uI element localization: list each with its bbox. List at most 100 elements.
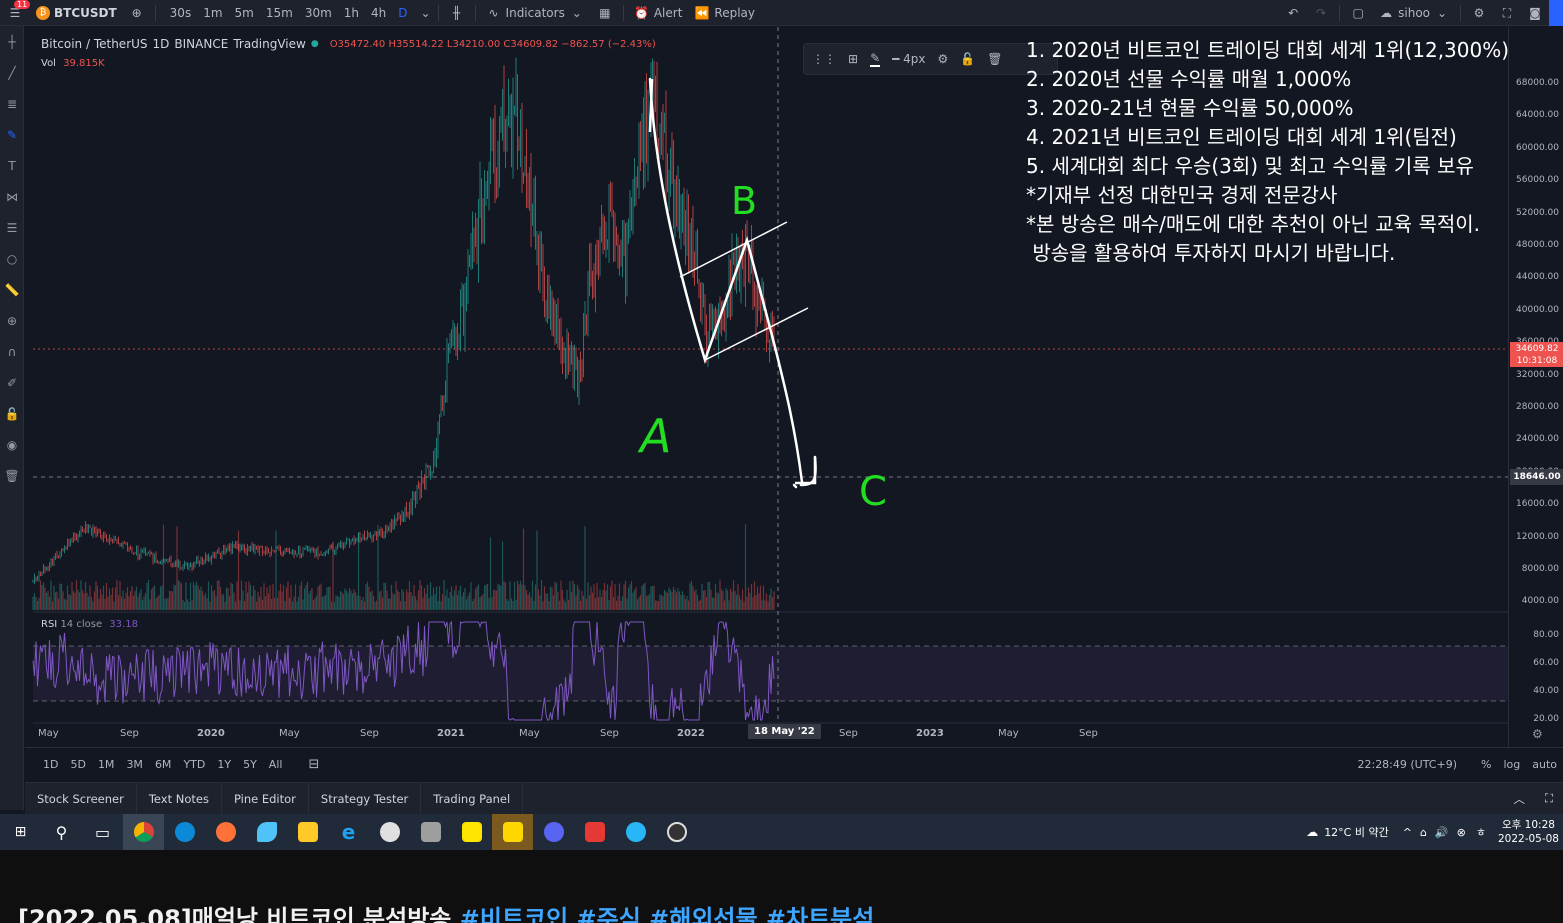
bottom-panel-tabs: Stock Screener Text Notes Pine Editor Strat… (25, 782, 1563, 815)
maximize-icon[interactable]: ⛶ (1535, 791, 1563, 806)
task-view-button[interactable]: ▭ (82, 814, 123, 850)
tab-text-notes[interactable]: Text Notes (137, 782, 222, 815)
weather-icon[interactable]: ☁ (1306, 825, 1318, 839)
search-button[interactable]: ⚲ (41, 814, 82, 850)
indicators-button[interactable]: ∿ Indicators ⌄ (480, 0, 591, 26)
trash-icon[interactable]: 🗑 (987, 52, 1002, 66)
edge-app[interactable] (164, 814, 205, 850)
range-6m[interactable]: 6M (149, 758, 178, 771)
date-range-icon[interactable]: ⊟ (302, 757, 325, 772)
interval-5m[interactable]: 5m (231, 6, 258, 20)
hide-tool[interactable]: ◉ (0, 429, 24, 460)
kakaotalk-app[interactable] (451, 814, 492, 850)
sticky-notes-app[interactable] (492, 814, 533, 850)
trendline-tool[interactable]: ╱ (0, 57, 24, 88)
fib-tool[interactable]: ≣ (0, 88, 24, 119)
zoom-tool[interactable]: ⊕ (0, 305, 24, 336)
tray-chevron-icon[interactable]: ^ (1403, 826, 1412, 839)
ev-app[interactable] (574, 814, 615, 850)
interval-4h[interactable]: 4h (367, 6, 390, 20)
settings-button[interactable]: ⚙ (1465, 0, 1493, 26)
range-all[interactable]: All (263, 758, 289, 771)
tab-trading-panel[interactable]: Trading Panel (421, 782, 524, 815)
lock-icon[interactable]: 🔓 (960, 52, 975, 66)
collapse-icon[interactable]: ︿ (1503, 791, 1535, 807)
tab-stock-screener[interactable]: Stock Screener (25, 782, 137, 815)
fullscreen-button[interactable]: ⛶ (1493, 0, 1521, 26)
delete-tool[interactable]: 🗑 (0, 460, 24, 491)
undo-button[interactable]: ↶ (1279, 0, 1307, 26)
symbol-button[interactable]: ₿ BTCUSDT (30, 0, 123, 26)
pen-color-icon[interactable]: ✎ (870, 51, 881, 67)
taskbar-clock[interactable]: 오후 10:28 2022-05-08 (1498, 818, 1559, 846)
interval-15m[interactable]: 15m (262, 6, 297, 20)
percent-toggle[interactable]: % (1475, 758, 1497, 771)
video-hashtags[interactable]: #비트코인 #주식 #해외선물 #차트분석 (460, 905, 875, 923)
stay-drawing-tool[interactable]: ✐ (0, 367, 24, 398)
start-button[interactable]: ⊞ (0, 814, 41, 850)
templates-button[interactable]: ▦ (591, 0, 619, 26)
firefox-app[interactable] (205, 814, 246, 850)
layout-button[interactable]: ▢ (1344, 0, 1372, 26)
obs-app[interactable] (656, 814, 697, 850)
gear-icon[interactable]: ⚙ (938, 52, 949, 66)
ruler-tool[interactable]: 📏 (0, 274, 24, 305)
menu-button[interactable]: ☰ 11 (0, 0, 31, 26)
tab-pine-editor[interactable]: Pine Editor (222, 782, 309, 815)
network-icon[interactable]: ⌂ (1420, 826, 1427, 839)
video-title[interactable]: [2022.05.08]매얼낭 비트코인 분석방송 #비트코인 #주식 #해외선… (18, 899, 874, 923)
chevron-down-icon[interactable]: ⌄ (418, 6, 434, 20)
pattern-tool[interactable]: ⋈ (0, 181, 24, 212)
tab-strategy-tester[interactable]: Strategy Tester (309, 782, 422, 815)
shape-tool[interactable]: ○ (0, 243, 24, 274)
replay-button[interactable]: ⏪ Replay (688, 0, 761, 26)
interval-1m[interactable]: 1m (199, 6, 226, 20)
clock-label[interactable]: 22:28:49 (UTC+9) (1351, 758, 1463, 771)
brush-tool[interactable]: ✎ (0, 119, 24, 150)
prediction-tool[interactable]: ☰ (0, 212, 24, 243)
weather-text[interactable]: 12°C 비 약간 (1324, 824, 1389, 840)
publish-button[interactable] (1549, 0, 1563, 26)
alert-button[interactable]: ⏰ Alert (628, 0, 689, 26)
ime-indicator[interactable]: ㅎ (1476, 824, 1486, 840)
snapshot-button[interactable]: ◙ (1521, 0, 1549, 26)
time-axis[interactable]: May Sep 2020 May Sep 2021 May Sep 2022 Sep 2023 May… (25, 722, 1508, 746)
log-toggle[interactable]: log (1497, 758, 1526, 771)
bird-app[interactable] (246, 814, 287, 850)
range-1d[interactable]: 1D (37, 758, 64, 771)
internet-explorer-app[interactable]: e (328, 814, 369, 850)
crosshair-tool[interactable]: ┼ (0, 26, 24, 57)
magnet-tool[interactable]: ∩ (0, 336, 24, 367)
range-ytd[interactable]: YTD (177, 758, 211, 771)
chart-pane[interactable]: A B C Bitcoin / TetherUS 1D BINANCE Trad… (25, 27, 1508, 747)
range-1m[interactable]: 1M (92, 758, 121, 771)
range-1y[interactable]: 1Y (211, 758, 237, 771)
file-explorer-app[interactable] (287, 814, 328, 850)
lock-tool[interactable]: 🔓 (0, 398, 24, 429)
line-width-button[interactable]: ━ 4px (892, 52, 925, 66)
range-5d[interactable]: 5D (64, 758, 91, 771)
close-circle-icon[interactable]: ⊗ (1457, 826, 1466, 839)
text-tool[interactable]: T (0, 150, 24, 181)
user-menu[interactable]: ☁ sihoo ⌄ (1372, 0, 1456, 26)
chart-type-button[interactable]: ╫ (443, 0, 471, 26)
range-5y[interactable]: 5Y (237, 758, 263, 771)
price-axis[interactable]: 68000.00 64000.00 60000.00 56000.00 52000.00… (1508, 27, 1563, 747)
calculator-app[interactable] (410, 814, 451, 850)
interval-D[interactable]: D (394, 6, 411, 20)
discord-app[interactable] (533, 814, 574, 850)
redo-button[interactable]: ↷ (1307, 0, 1335, 26)
volume-icon[interactable]: 🔊 (1435, 826, 1449, 839)
interval-30s[interactable]: 30s (166, 6, 196, 20)
interval-30m[interactable]: 30m (301, 6, 336, 20)
chrome-app[interactable] (123, 814, 164, 850)
axis-settings-icon[interactable]: ⚙ (1532, 727, 1543, 741)
template-icon[interactable]: ⊞ (848, 52, 858, 66)
range-3m[interactable]: 3M (120, 758, 149, 771)
auto-toggle[interactable]: auto (1526, 758, 1563, 771)
interval-1h[interactable]: 1h (340, 6, 363, 20)
drag-handle-icon[interactable]: ⋮⋮ (812, 52, 836, 66)
telegram-app[interactable] (615, 814, 656, 850)
paint-app[interactable] (369, 814, 410, 850)
compare-button[interactable]: ⊕ (123, 0, 151, 26)
